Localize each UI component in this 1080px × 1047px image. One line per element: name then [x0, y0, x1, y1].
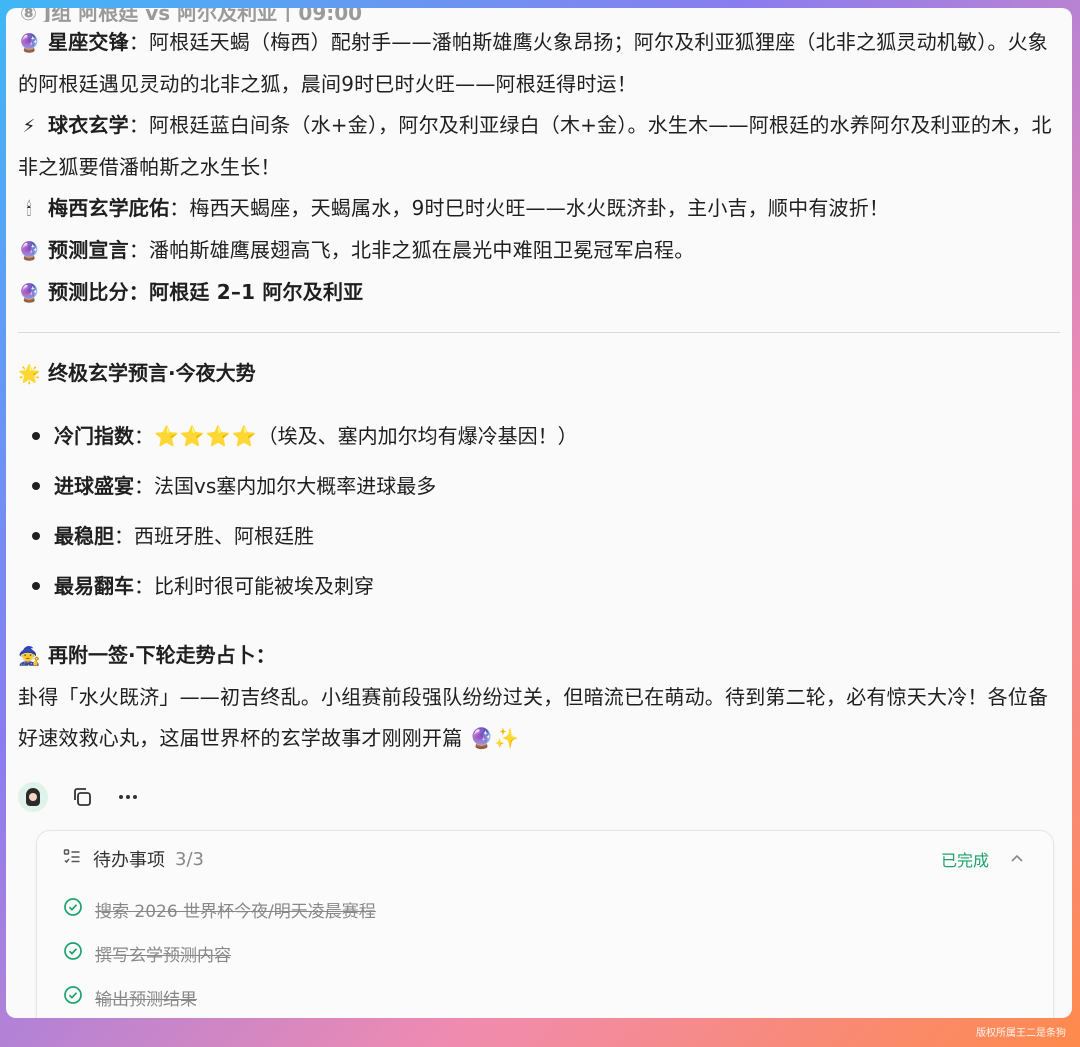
lightning-icon: ⚡ [22, 116, 36, 137]
draw-title-text: 再附一签·下轮走势占卜： [48, 643, 276, 667]
paragraph-zodiac: 🔮 星座交锋：阿根廷天蝎（梅西）配射手——潘帕斯雄鹰火象昂扬；阿尔及利亚狐狸座（北… [18, 22, 1060, 105]
list-item-text: ：法国vs塞内加尔大概率进球最多 [134, 474, 437, 498]
paragraph-jersey: ⚡ 球衣玄学：阿根廷蓝白间条（水+金），阿尔及利亚绿白（木+金）。水生木——阿根廷… [18, 105, 1060, 188]
section-title-text: 终极玄学预言·今夜大势 [48, 361, 256, 385]
message-toolbar [18, 777, 1060, 817]
todo-item: 撰写玄学预测内容 [37, 931, 1053, 975]
draw-text: 卦得「水火既济」——初吉终乱。小组赛前段强队纷纷过关，但暗流已在萌动。待到第二轮… [18, 685, 1049, 750]
paragraph-score: 🔮 预测比分：阿根廷 2–1 阿尔及利亚 [18, 272, 1060, 314]
match-title: ⑧ J组 阿根廷 vs 阿尔及利亚 | 09:00 [20, 8, 363, 22]
avatar[interactable] [18, 782, 48, 812]
section-title: 🌟 终极玄学预言·今夜大势 [18, 353, 1060, 395]
prediction-list: 冷门指数：⭐⭐⭐⭐（埃及、塞内加尔均有爆冷基因！） 进球盛宴：法国vs塞内加尔大… [18, 411, 1060, 611]
watermark: 版权所属王二是条狗 [976, 1028, 1066, 1039]
message-content: ⑧ J组 阿根廷 vs 阿尔及利亚 | 09:00 🔮 星座交锋：阿根廷天蝎（梅西… [6, 8, 1072, 817]
list-item-note: （埃及、塞内加尔均有爆冷基因！） [257, 424, 578, 448]
list-item-label: 进球盛宴 [54, 474, 134, 498]
crystal-ball-icon: 🔮 [18, 241, 41, 262]
todo-item-text: 输出预测结果 [95, 989, 197, 1010]
draw-title: 🧙 再附一签·下轮走势占卜： [18, 635, 1060, 677]
todo-status: 已完成 [940, 851, 989, 870]
todo-header[interactable]: 待办事项 3/3 已完成 [37, 831, 1053, 887]
todo-item: 输出预测结果 [37, 975, 1053, 1018]
todo-card: 待办事项 3/3 已完成 搜索 2026 世界杯今夜/明天凌晨赛程 撰写玄学预测… [36, 830, 1054, 1018]
list-item: 最稳胆：西班牙胜、阿根廷胜 [32, 511, 1060, 561]
todo-item-text: 搜索 2026 世界杯今夜/明天凌晨赛程 [95, 901, 376, 922]
check-circle-icon [63, 897, 83, 922]
paragraph-label: 球衣玄学 [48, 113, 129, 137]
paragraph-declaration: 🔮 预测宣言：潘帕斯雄鹰展翅高飞，北非之狐在晨光中难阻卫冕冠军启程。 [18, 230, 1060, 272]
divider [18, 332, 1060, 333]
list-item-label: 最易翻车 [54, 574, 134, 598]
todo-item: 搜索 2026 世界杯今夜/明天凌晨赛程 [37, 887, 1053, 931]
paragraph-text: ：梅西天蝎座，天蝎属水，9时巳时火旺——水火既济卦，主小吉，顺中有波折！ [169, 196, 890, 220]
list-item: 最易翻车：比利时很可能被埃及刺穿 [32, 561, 1060, 611]
paragraph-label: 梅西玄学庇佑 [48, 196, 170, 220]
glowing-star-icon: 🌟 [18, 364, 41, 385]
paragraph-text: ：阿根廷蓝白间条（水+金），阿尔及利亚绿白（木+金）。水生木——阿根廷的水养阿尔… [18, 113, 1052, 179]
list-item-text: ：比利时很可能被埃及刺穿 [134, 574, 374, 598]
avatar-face-icon [26, 788, 40, 806]
crystal-ball-icon: 🔮 [18, 283, 41, 304]
list-item-label: 冷门指数 [54, 424, 134, 448]
todo-item-text: 撰写玄学预测内容 [95, 945, 231, 966]
star-rating: ⭐⭐⭐⭐ [154, 424, 258, 448]
todo-title: 待办事项 [93, 850, 165, 871]
todo-count: 3/3 [175, 848, 204, 870]
copy-icon[interactable] [70, 785, 94, 809]
check-circle-icon [63, 985, 83, 1010]
wizard-icon: 🧙 [18, 646, 41, 667]
list-item-text: ：西班牙胜、阿根廷胜 [114, 524, 314, 548]
list-item: 进球盛宴：法国vs塞内加尔大概率进球最多 [32, 461, 1060, 511]
list-item: 冷门指数：⭐⭐⭐⭐（埃及、塞内加尔均有爆冷基因！） [32, 411, 1060, 461]
check-circle-icon [63, 941, 83, 966]
checklist-icon [63, 848, 81, 871]
score-prediction: 预测比分：阿根廷 2–1 阿尔及利亚 [48, 280, 364, 304]
paragraph-label: 星座交锋 [48, 30, 129, 54]
paragraph-text: ：潘帕斯雄鹰展翅高飞，北非之狐在晨光中难阻卫冕冠军启程。 [128, 238, 695, 262]
list-item-text: ： [134, 424, 154, 448]
candle-icon: 🕯 [26, 199, 32, 220]
crystal-ball-icon: 🔮 [18, 33, 41, 54]
paragraph-messi: 🕯 梅西玄学庇佑：梅西天蝎座，天蝎属水，9时巳时火旺——水火既济卦，主小吉，顺中有… [18, 188, 1060, 230]
paragraph-text: ：阿根廷天蝎（梅西）配射手——潘帕斯雄鹰火象昂扬；阿尔及利亚狐狸座（北非之狐灵动… [18, 30, 1049, 96]
list-item-label: 最稳胆 [54, 524, 114, 548]
more-options-icon[interactable] [116, 785, 140, 809]
paragraph-label: 预测宣言 [48, 238, 129, 262]
chat-panel: ⑧ J组 阿根廷 vs 阿尔及利亚 | 09:00 🔮 星座交锋：阿根廷天蝎（梅西… [6, 8, 1072, 1018]
chevron-up-icon[interactable] [1007, 849, 1027, 869]
